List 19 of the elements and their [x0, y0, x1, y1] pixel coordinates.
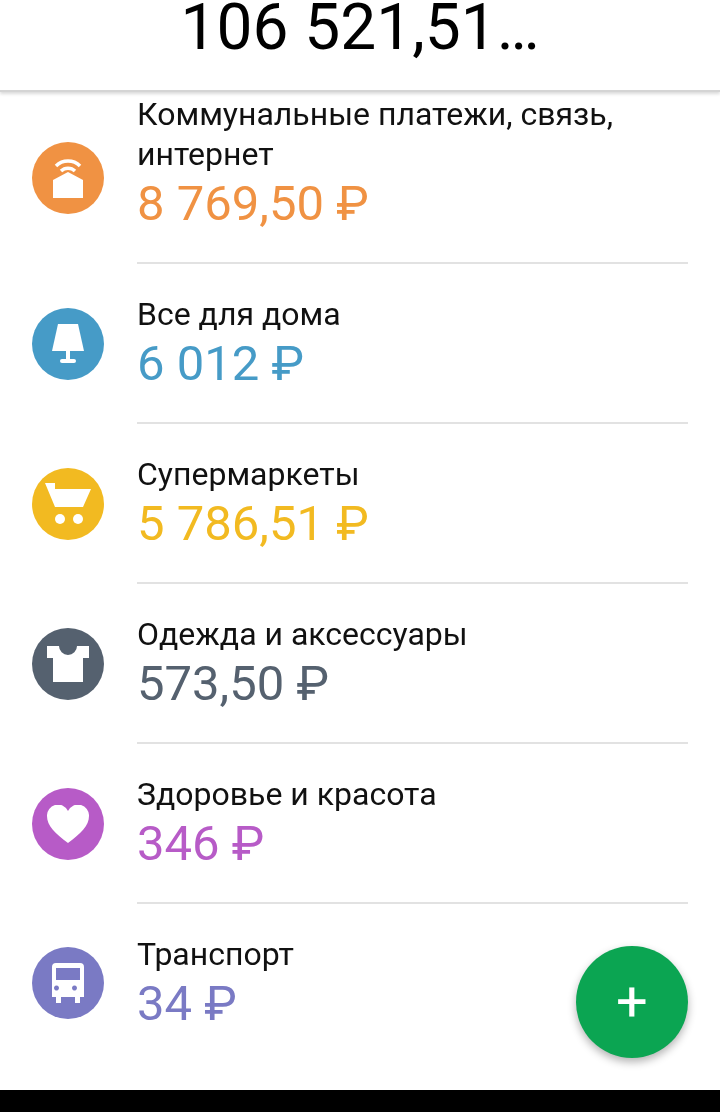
- category-name: Здоровье и красота: [137, 774, 438, 814]
- lamp-icon: [49, 324, 86, 364]
- add-button[interactable]: +: [576, 946, 688, 1058]
- category-amount: 573,50 ₽: [137, 654, 329, 714]
- category-name: Все для дома: [137, 294, 342, 334]
- category-amount: 6 012 ₽: [137, 334, 304, 394]
- category-amount: 8 769,50 ₽: [137, 174, 369, 234]
- tshirt-icon: [46, 646, 89, 682]
- category-name: Одежда и аксессуары: [137, 614, 469, 654]
- category-amount: 346 ₽: [137, 814, 265, 874]
- category-name: Транспорт: [137, 934, 295, 974]
- category-amount: 5 786,51 ₽: [137, 494, 369, 554]
- category-amount: 34 ₽: [137, 974, 237, 1034]
- heart-icon: [46, 805, 89, 843]
- category-name: Супермаркеты: [137, 454, 361, 494]
- total-amount: 106 521,51…: [180, 0, 540, 62]
- category-name: Коммунальные платежи, связь, интернет: [137, 94, 614, 174]
- cart-icon: [44, 483, 91, 525]
- bus-icon: [49, 963, 86, 1003]
